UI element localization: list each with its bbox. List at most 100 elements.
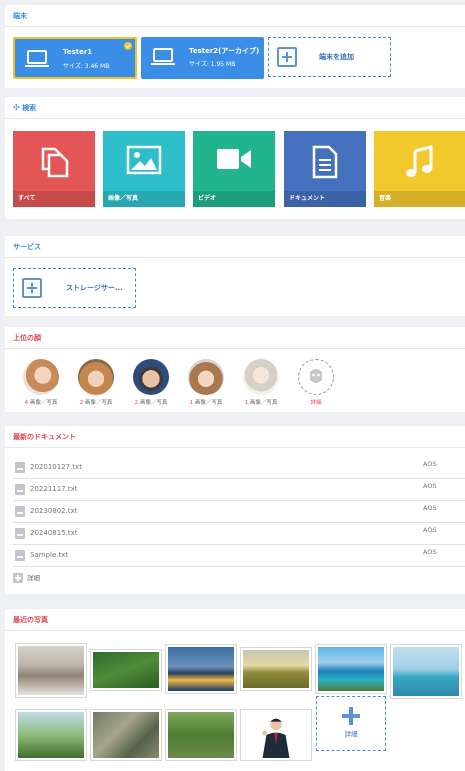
document-name: 20240815.txt [30,529,78,537]
photo-thumbnail[interactable] [15,643,87,698]
add-storage-service-button[interactable]: ストレージサー... [13,268,136,308]
document-owner: AOS [423,482,437,490]
video-icon [217,149,251,169]
document-name: 20221117.txt [30,485,78,493]
move-icon: ✣ [13,103,20,112]
category-music[interactable]: 音楽 [374,131,465,207]
category-label: ビデオ [193,191,275,207]
photo-thumbnail[interactable] [90,709,162,761]
services-title: サービス [5,236,465,258]
file-icon [15,462,25,473]
face-count: 2 [79,400,84,406]
music-icon [405,145,432,177]
face-avatar [78,359,114,395]
device-tile-tester1[interactable]: Tester1 サイズ: 3.46 MB [13,37,137,79]
plus-icon [342,707,360,725]
category-images[interactable]: 画像／写真 [103,131,185,207]
face-item[interactable]: 1 画像／写真 [186,359,226,406]
document-name: 202010127.txt [30,463,82,471]
search-title-text: 検索 [22,104,37,112]
photo-thumbnail[interactable] [15,709,87,761]
document-name: 20230802.txt [30,507,78,515]
face-item[interactable]: 2 画像／写真 [76,359,116,406]
photos-more-button[interactable]: 詳細 [316,696,386,751]
face-count-caption: 2 画像／写真 [76,398,116,406]
document-row[interactable]: Sample.txt AOS [13,545,465,567]
services-card: サービス ストレージサー... [5,236,465,316]
unknown-face-icon [298,359,334,395]
face-count: 2 [134,400,139,406]
check-icon [124,42,132,50]
category-label: すべて [13,191,95,207]
document-owner: AOS [423,504,437,512]
device-name: Tester2(アーカイブ) [189,47,260,55]
plus-icon [277,47,297,67]
faces-more-button[interactable]: 詳細 [296,359,336,406]
search-card: ✣ 検索 すべて 画像／写真 ビデオ ドキュメント 音楽 [5,97,465,219]
face-avatar [188,359,224,395]
document-name: Sample.txt [30,551,69,559]
photo-thumbnail[interactable] [240,647,312,691]
document-owner: AOS [423,460,437,468]
photo-thumbnail[interactable] [240,709,312,761]
add-device-button[interactable]: 端末を追加 [268,37,391,77]
face-unit: 画像／写真 [84,400,113,406]
photo-thumbnail[interactable] [315,644,387,694]
add-device-label: 端末を追加 [319,53,354,61]
faces-more-label: 詳細 [310,400,322,406]
file-icon [15,528,25,539]
devices-card: 端末 Tester1 サイズ: 3.46 MB Tester2(アーカイブ) サ… [5,5,465,88]
plus-icon [22,278,42,298]
photo-thumbnail[interactable] [90,649,162,691]
face-avatar [243,359,279,395]
recent-documents-title: 最新のドキュメント [5,426,465,448]
top-faces-title: 上位の顔 [5,327,465,349]
face-unit: 画像／写真 [139,400,168,406]
photo-thumbnail[interactable] [165,644,237,694]
photos-more-label: 詳細 [344,730,358,738]
laptop-icon [151,48,175,65]
face-count: 1 [244,400,249,406]
document-row[interactable]: 20221117.txt AOS [13,479,465,501]
recent-photos-card: 最近の写真 詳細 [5,609,465,771]
document-row[interactable]: 20230802.txt AOS [13,501,465,523]
document-row[interactable]: 20240815.txt AOS [13,523,465,545]
file-icon [15,484,25,495]
category-label: ドキュメント [284,191,366,207]
category-documents[interactable]: ドキュメント [284,131,366,207]
face-count: 4 [24,400,29,406]
face-count-caption: 4 画像／写真 [21,398,61,406]
face-count: 1 [189,400,194,406]
file-icon [15,506,25,517]
face-unit: 画像／写真 [194,400,223,406]
face-unit: 画像／写真 [249,400,278,406]
documents-more-label: 詳細 [27,574,40,582]
laptop-icon [25,50,49,67]
category-video[interactable]: ビデオ [193,131,275,207]
face-item[interactable]: 1 画像／写真 [241,359,281,406]
add-storage-service-label: ストレージサー... [66,284,123,292]
businessman-image [243,712,309,758]
top-faces-card: 上位の顔 4 画像／写真 2 画像／写真 2 画像／写真 1 画像／写真 1 画… [5,327,465,412]
face-count-caption: 1 画像／写真 [186,398,226,406]
documents-more-link[interactable]: 詳細 [13,572,40,584]
face-count-caption: 1 画像／写真 [241,398,281,406]
document-row[interactable]: 202010127.txt AOS [13,457,465,479]
recent-documents-card: 最新のドキュメント 202010127.txt AOS 20221117.txt… [5,426,465,594]
face-item[interactable]: 4 画像／写真 [21,359,61,406]
document-owner: AOS [423,526,437,534]
device-size: サイズ: 1.95 MB [189,61,236,68]
category-all[interactable]: すべて [13,131,95,207]
face-unit: 画像／写真 [29,400,58,406]
category-label: 画像／写真 [103,191,185,207]
face-avatar [133,359,169,395]
device-tile-tester2[interactable]: Tester2(アーカイブ) サイズ: 1.95 MB [141,37,264,79]
face-item[interactable]: 2 画像／写真 [131,359,171,406]
face-avatar [23,359,59,395]
copy-icon [41,147,69,178]
photo-thumbnail[interactable] [390,644,462,699]
photo-thumbnail[interactable] [165,709,237,761]
search-title: ✣ 検索 [5,97,465,119]
document-icon [312,145,338,179]
recent-photos-title: 最近の写真 [5,609,465,631]
